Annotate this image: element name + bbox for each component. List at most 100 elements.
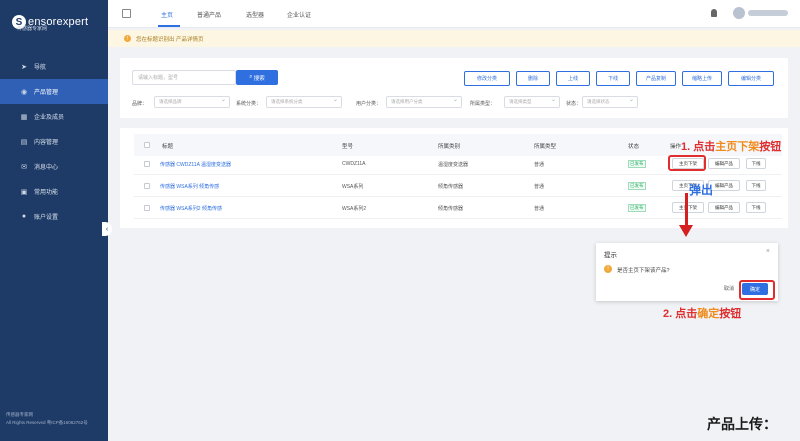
product-title-link[interactable]: 传感器 CWDZ11A 温湿度变送器 <box>160 161 231 168</box>
column-status: 状态 <box>628 144 640 150</box>
delete-button[interactable]: 删除 <box>516 71 550 86</box>
brand-select[interactable]: 请选择品牌 <box>154 96 230 108</box>
fullscreen-icon[interactable] <box>122 9 131 18</box>
search-button[interactable]: ⌕ 搜索 <box>236 70 278 85</box>
arrow-down-icon <box>685 193 688 227</box>
cube-icon: ◉ <box>20 88 28 96</box>
product-category: 倾角传感器 <box>438 206 464 212</box>
edit-product-button[interactable]: 编辑产品 <box>708 158 740 169</box>
status-select[interactable]: 请选择状态 <box>582 96 638 108</box>
sidebar-nav: ➤ 导航 ◉ 产品管理 ▦ 企业及成员 ▤ 内容管理 ✉ 消息中心 ▣ 常用功能… <box>0 54 108 229</box>
step2-prefix: 2. 点击 <box>663 308 698 320</box>
sidebar: S ensorexpert 传感器专家网 ➤ 导航 ◉ 产品管理 ▦ 企业及成员… <box>0 0 108 441</box>
product-category: 倾角传感器 <box>438 184 464 190</box>
step2-highlight-box <box>739 280 775 300</box>
status-badge: 已发布 <box>628 182 646 190</box>
column-actions: 操作 <box>670 144 682 150</box>
sidebar-item-company[interactable]: ▦ 企业及成员 <box>0 104 108 129</box>
copy-product-button[interactable]: 产品复制 <box>636 71 676 86</box>
product-category: 温湿度变送器 <box>438 162 469 168</box>
building-icon: ▦ <box>20 113 28 121</box>
sidebar-footer: 传感器专家网 All Rights Reserved 粤ICP备16062762… <box>6 411 88 427</box>
step1-suffix: 按钮 <box>759 141 782 153</box>
cancel-button[interactable]: 取消 <box>724 285 734 292</box>
product-type: 普通 <box>534 162 545 168</box>
modify-category-button[interactable]: 修改分类 <box>464 71 510 86</box>
product-model: WSA系列2 <box>342 206 367 212</box>
bell-icon[interactable] <box>711 9 717 17</box>
step2-suffix: 按钮 <box>719 308 742 320</box>
row-checkbox[interactable] <box>144 205 150 211</box>
sidebar-item-nav[interactable]: ➤ 导航 <box>0 54 108 79</box>
upload-thumbnail-button[interactable]: 缩略上传 <box>682 71 722 86</box>
offline-button[interactable]: 下线 <box>596 71 630 86</box>
row-checkbox[interactable] <box>144 161 150 167</box>
filter-label-status: 状态： <box>566 101 582 107</box>
product-model: CWDZ11A <box>342 161 366 167</box>
column-title: 标题 <box>162 144 174 150</box>
sidebar-collapse-icon[interactable]: ‹ <box>102 222 112 236</box>
user-category-select[interactable]: 请选择用户分类 <box>386 96 462 108</box>
popup-annotation: 弹出 <box>689 183 714 197</box>
type-select[interactable]: 请选择类型 <box>504 96 560 108</box>
edit-category-button[interactable]: 编辑分类 <box>728 71 774 86</box>
active-tab-indicator <box>158 25 180 27</box>
column-category: 所属类别 <box>438 144 461 150</box>
offline-row-button[interactable]: 下线 <box>746 202 766 213</box>
info-icon: ! <box>124 35 131 42</box>
tab-home[interactable]: 主页 <box>161 10 173 19</box>
offline-row-button[interactable]: 下线 <box>746 180 766 191</box>
product-type: 普通 <box>534 184 545 190</box>
sidebar-item-account[interactable]: ● 账户设置 <box>0 204 108 229</box>
caption: 产品上传： <box>707 416 777 432</box>
footer-line-1: 传感器专家网 <box>6 412 33 417</box>
footer-line-2: All Rights Reserved 粤ICP备16062762号 <box>6 420 88 425</box>
sidebar-item-products[interactable]: ◉ 产品管理 <box>0 79 108 104</box>
message-icon: ✉ <box>21 163 27 171</box>
filter-label-system: 系统分类： <box>236 101 262 107</box>
user-icon: ● <box>21 213 27 220</box>
filter-label-type: 所属类型： <box>470 101 496 107</box>
notice-text: 您在标题识别出 产品详情页 <box>136 36 204 43</box>
product-type: 普通 <box>534 206 545 212</box>
sidebar-item-content[interactable]: ▤ 内容管理 <box>0 129 108 154</box>
status-badge: 已发布 <box>628 160 646 168</box>
column-type: 所属类型 <box>534 144 557 150</box>
search-input[interactable]: 请输入标题，型号 <box>132 70 236 85</box>
grid-icon: ▣ <box>20 188 28 196</box>
tab-certification[interactable]: 企业认证 <box>287 10 311 19</box>
sidebar-item-messages[interactable]: ✉ 消息中心 <box>0 154 108 179</box>
sidebar-item-tools[interactable]: ▣ 常用功能 <box>0 179 108 204</box>
system-category-select[interactable]: 请选择系统分类 <box>266 96 342 108</box>
step1-prefix: 1. 点击 <box>681 141 716 153</box>
select-all-checkbox[interactable] <box>144 142 150 148</box>
sidebar-item-label: 常用功能 <box>34 190 59 196</box>
offline-row-button[interactable]: 下线 <box>746 158 766 169</box>
step2-highlight: 确定 <box>697 308 720 320</box>
product-title-link[interactable]: 传感器 WSA系列2 倾角传感 <box>160 205 222 212</box>
tab-products[interactable]: 普通产品 <box>197 10 221 19</box>
tab-selector[interactable]: 选型器 <box>246 10 264 19</box>
avatar[interactable] <box>733 7 745 19</box>
status-badge: 已发布 <box>628 204 646 212</box>
sidebar-item-label: 企业及成员 <box>34 115 65 121</box>
step2-annotation: 2. 点击确定按钮 <box>663 305 741 321</box>
step1-highlight-box <box>668 155 706 171</box>
dialog-title: 提示 <box>604 252 617 259</box>
close-icon[interactable]: × <box>766 248 770 255</box>
username-blurred[interactable] <box>748 10 788 16</box>
row-checkbox[interactable] <box>144 183 150 189</box>
search-button-label: 搜索 <box>253 75 265 82</box>
document-icon: ▤ <box>20 138 28 146</box>
product-title-link[interactable]: 传感器 WSA系列 倾角传感 <box>160 183 219 190</box>
step1-highlight: 主页下架 <box>715 141 760 153</box>
home-delist-button[interactable]: 主页下架 <box>672 202 704 213</box>
sidebar-item-label: 导航 <box>34 65 47 71</box>
arrow-head-icon <box>679 225 693 237</box>
warning-icon: ! <box>604 265 612 273</box>
online-button[interactable]: 上线 <box>556 71 590 86</box>
topbar: 主页 普通产品 选型器 企业认证 <box>108 0 800 28</box>
sidebar-item-label: 消息中心 <box>34 165 59 171</box>
notice-bar: ! 您在标题识别出 产品详情页 <box>108 30 800 47</box>
edit-product-button[interactable]: 编辑产品 <box>708 202 740 213</box>
